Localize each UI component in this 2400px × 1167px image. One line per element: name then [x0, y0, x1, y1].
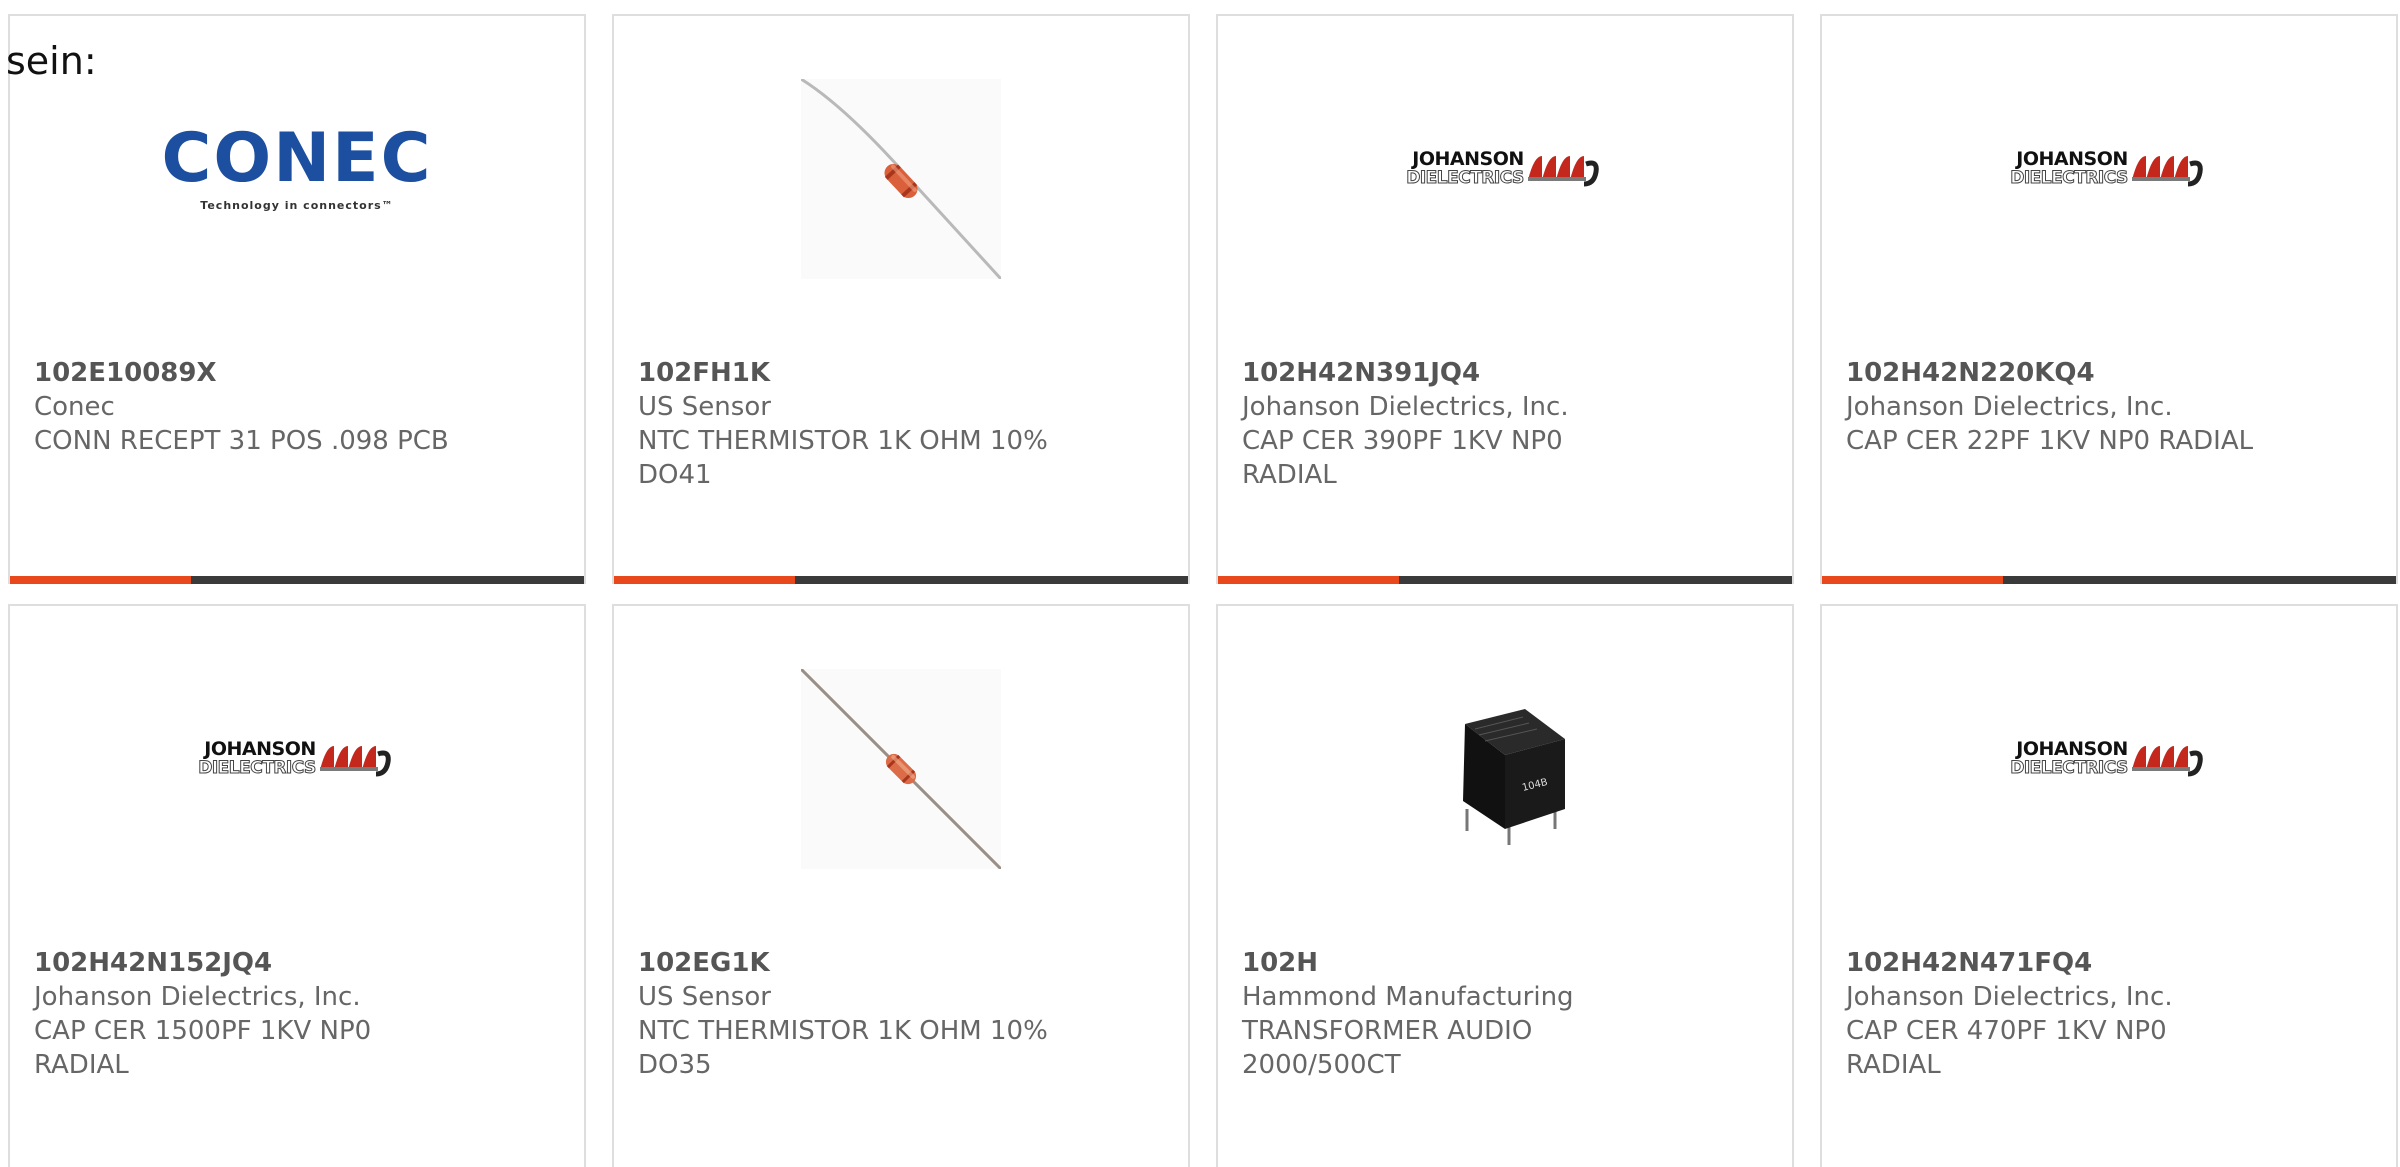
- product-image: JOHANSON DIELECTRICS: [1218, 71, 1792, 286]
- conec-logo: CONEC Technology in connectors™: [161, 119, 433, 213]
- product-description: CONN RECEPT 31 POS .098 PCB: [34, 426, 449, 456]
- product-description: TRANSFORMER AUDIO 2000/500CT: [1242, 1016, 1533, 1080]
- johanson-logo: JOHANSON DIELECTRICS: [2010, 740, 2208, 778]
- product-grid-page: sein: CONEC Technology in connectors™ 10…: [0, 0, 2400, 1167]
- thermistor-photo: [801, 78, 1001, 279]
- product-image: JOHANSON DIELECTRICS: [10, 661, 584, 876]
- part-number[interactable]: 102H42N391JQ4: [1242, 356, 1768, 390]
- johanson-logo-line1: JOHANSON: [1412, 148, 1524, 170]
- thermistor-photo: [801, 668, 1001, 869]
- product-description: CAP CER 1500PF 1KV NP0 RADIAL: [34, 1016, 372, 1080]
- product-description: CAP CER 390PF 1KV NP0 RADIAL: [1242, 426, 1563, 490]
- card-accent-bar: [10, 576, 584, 584]
- part-number[interactable]: 102H42N152JQ4: [34, 946, 560, 980]
- johanson-waves-icon: [2131, 745, 2203, 776]
- manufacturer-name: Johanson Dielectrics, Inc.: [1846, 982, 2173, 1012]
- johanson-logo: JOHANSON DIELECTRICS: [198, 740, 396, 778]
- product-card[interactable]: 102FH1K US Sensor NTC THERMISTOR 1K OHM …: [612, 14, 1190, 584]
- johanson-logo-line1: JOHANSON: [204, 738, 316, 760]
- product-description: NTC THERMISTOR 1K OHM 10% DO41: [638, 426, 1048, 490]
- manufacturer-name: Johanson Dielectrics, Inc.: [34, 982, 361, 1012]
- product-image: [614, 71, 1188, 286]
- johanson-logo-line1: JOHANSON: [2016, 738, 2128, 760]
- part-number[interactable]: 102FH1K: [638, 356, 1164, 390]
- product-description: CAP CER 22PF 1KV NP0 RADIAL: [1846, 426, 2254, 456]
- johanson-logo-line2: DIELECTRICS: [1406, 168, 1525, 188]
- johanson-logo: JOHANSON DIELECTRICS: [2010, 150, 2208, 188]
- manufacturer-name: US Sensor: [638, 392, 771, 422]
- conec-logo-tagline: Technology in connectors™: [200, 199, 394, 212]
- product-info: 102FH1K US Sensor NTC THERMISTOR 1K OHM …: [638, 356, 1164, 492]
- product-card[interactable]: 104B 102H Hammond Manufacturing TRANSFOR…: [1216, 604, 1794, 1167]
- product-info: 102EG1K US Sensor NTC THERMISTOR 1K OHM …: [638, 946, 1164, 1082]
- part-number[interactable]: 102H42N471FQ4: [1846, 946, 2372, 980]
- product-card[interactable]: 102EG1K US Sensor NTC THERMISTOR 1K OHM …: [612, 604, 1190, 1167]
- johanson-logo: JOHANSON DIELECTRICS: [1406, 150, 1604, 188]
- transformer-photo: 104B: [1405, 668, 1605, 869]
- card-accent-bar: [1218, 576, 1792, 584]
- johanson-waves-icon: [2131, 155, 2203, 186]
- product-image: CONEC Technology in connectors™: [10, 71, 584, 286]
- product-image: JOHANSON DIELECTRICS: [1822, 661, 2396, 876]
- conec-logo-word: CONEC: [161, 119, 433, 198]
- intro-text: sein:: [6, 39, 97, 83]
- part-number[interactable]: 102H: [1242, 946, 1768, 980]
- manufacturer-name: US Sensor: [638, 982, 771, 1012]
- product-card[interactable]: JOHANSON DIELECTRICS 102H42N471FQ4 Johan…: [1820, 604, 2398, 1167]
- product-image: 104B: [1218, 661, 1792, 876]
- card-accent-bar: [1822, 576, 2396, 584]
- product-card[interactable]: JOHANSON DIELECTRICS 102H42N220KQ4 Johan…: [1820, 14, 2398, 584]
- johanson-waves-icon: [319, 745, 391, 776]
- johanson-waves-icon: [1527, 155, 1599, 186]
- card-accent-bar: [614, 576, 1188, 584]
- product-image: JOHANSON DIELECTRICS: [1822, 71, 2396, 286]
- johanson-logo-line2: DIELECTRICS: [2010, 758, 2129, 778]
- part-number[interactable]: 102E10089X: [34, 356, 560, 390]
- manufacturer-name: Hammond Manufacturing: [1242, 982, 1574, 1012]
- product-info: 102H42N152JQ4 Johanson Dielectrics, Inc.…: [34, 946, 560, 1082]
- johanson-logo-line2: DIELECTRICS: [2010, 168, 2129, 188]
- product-card[interactable]: JOHANSON DIELECTRICS 102H42N152JQ4 Johan…: [8, 604, 586, 1167]
- product-info: 102H Hammond Manufacturing TRANSFORMER A…: [1242, 946, 1768, 1082]
- part-number[interactable]: 102EG1K: [638, 946, 1164, 980]
- product-description: CAP CER 470PF 1KV NP0 RADIAL: [1846, 1016, 2167, 1080]
- product-info: 102H42N471FQ4 Johanson Dielectrics, Inc.…: [1846, 946, 2372, 1082]
- product-card[interactable]: CONEC Technology in connectors™ 102E1008…: [8, 14, 586, 584]
- product-card[interactable]: JOHANSON DIELECTRICS 102H42N391JQ4 Johan…: [1216, 14, 1794, 584]
- manufacturer-name: Conec: [34, 392, 115, 422]
- johanson-logo-line2: DIELECTRICS: [198, 758, 317, 778]
- product-description: NTC THERMISTOR 1K OHM 10% DO35: [638, 1016, 1048, 1080]
- product-grid: CONEC Technology in connectors™ 102E1008…: [8, 14, 2398, 1167]
- product-image: [614, 661, 1188, 876]
- johanson-logo-line1: JOHANSON: [2016, 148, 2128, 170]
- product-info: 102E10089X Conec CONN RECEPT 31 POS .098…: [34, 356, 560, 458]
- manufacturer-name: Johanson Dielectrics, Inc.: [1242, 392, 1569, 422]
- product-info: 102H42N391JQ4 Johanson Dielectrics, Inc.…: [1242, 356, 1768, 492]
- part-number[interactable]: 102H42N220KQ4: [1846, 356, 2372, 390]
- product-info: 102H42N220KQ4 Johanson Dielectrics, Inc.…: [1846, 356, 2372, 458]
- manufacturer-name: Johanson Dielectrics, Inc.: [1846, 392, 2173, 422]
